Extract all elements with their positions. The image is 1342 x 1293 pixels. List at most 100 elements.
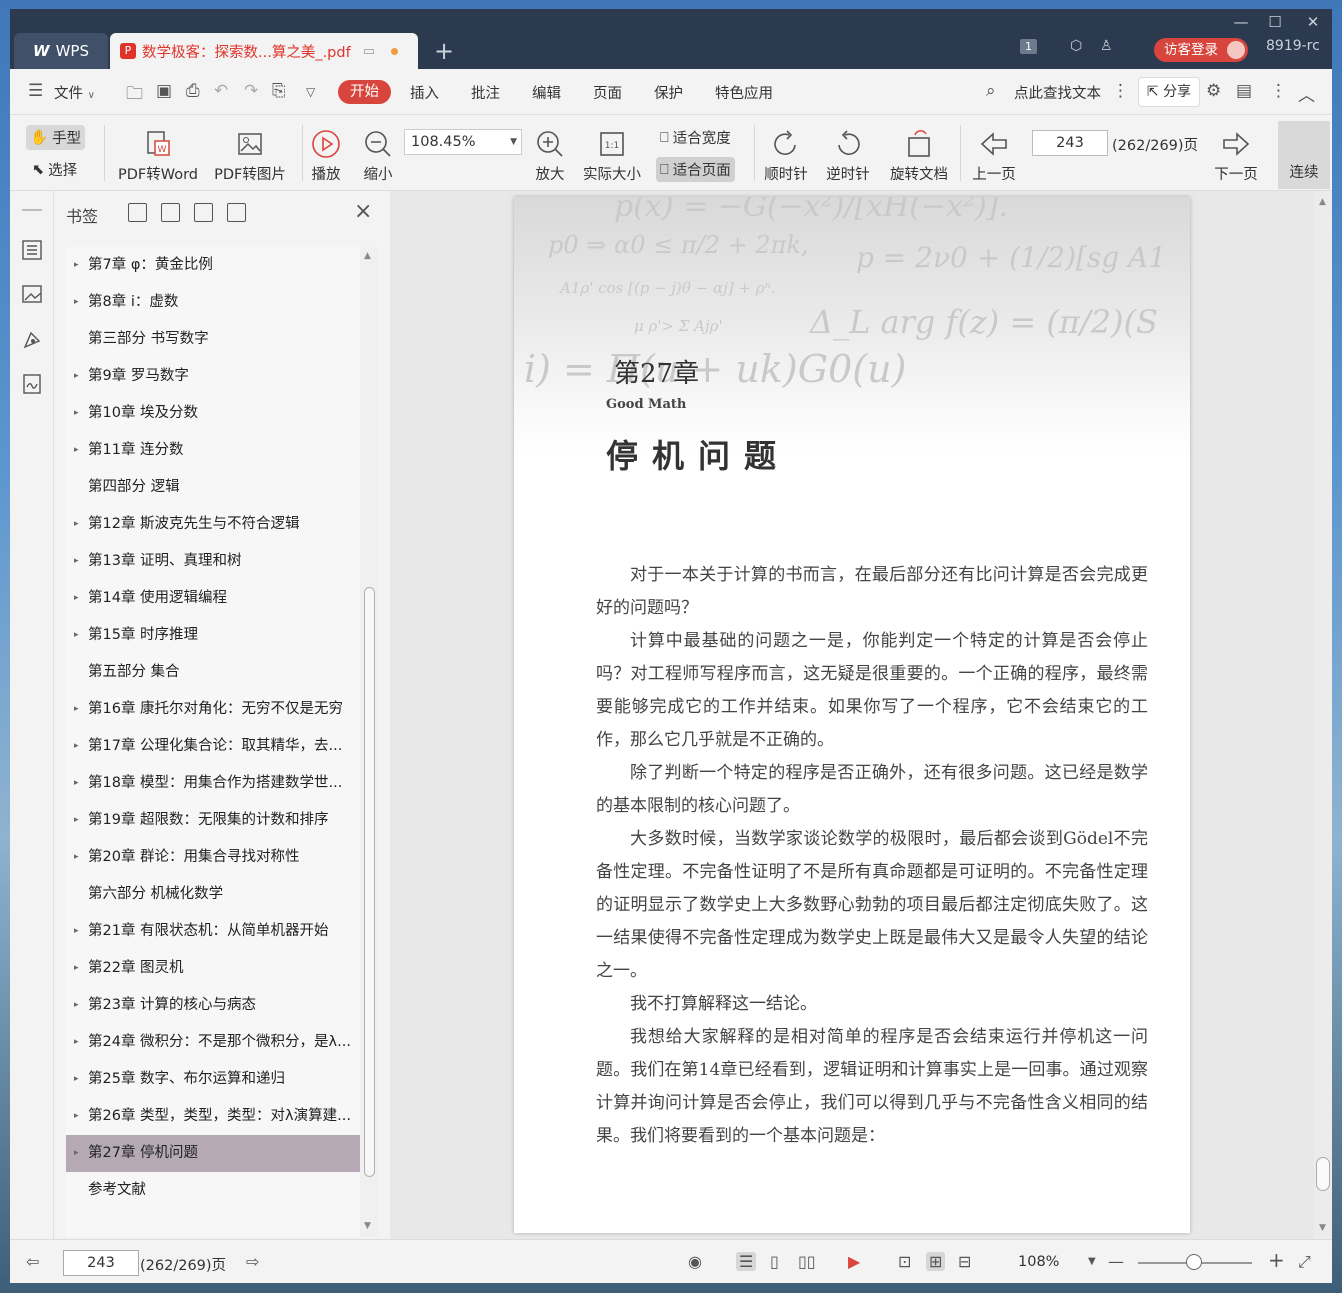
expand-caret-icon[interactable]: ▸ — [74, 728, 79, 765]
expand-caret-icon[interactable]: ▸ — [74, 987, 79, 1024]
search-icon[interactable]: ⌕ — [986, 81, 996, 101]
bookmark-item[interactable]: 参考文献 — [66, 1172, 360, 1209]
bookmark-item[interactable]: 第五部分 集合 — [66, 654, 360, 691]
more-dropdown-icon[interactable]: ▽ — [306, 85, 315, 99]
bookmark-item[interactable]: ▸ 第9章 罗马数字 — [66, 358, 360, 395]
actual-size-status-icon[interactable]: ⊡ — [898, 1252, 911, 1271]
expand-caret-icon[interactable]: ▸ — [74, 284, 79, 321]
bookmark-item[interactable]: ▸ 第7章 φ：黄金比例 — [66, 247, 360, 284]
next-page-button[interactable]: 下一页 — [1210, 129, 1262, 184]
expand-caret-icon[interactable]: ▸ — [74, 580, 79, 617]
open-folder-icon[interactable]: 🗀 — [126, 81, 143, 110]
bookmark-item[interactable]: ▸ 第15章 时序推理 — [66, 617, 360, 654]
fullscreen-icon[interactable]: ⤢ — [1298, 1252, 1311, 1272]
continuous-layout-icon[interactable]: ☰ — [736, 1252, 757, 1271]
expand-caret-icon[interactable]: ▸ — [74, 1061, 79, 1098]
expand-caret-icon[interactable]: ▸ — [74, 247, 79, 284]
scroll-down-icon[interactable]: ▼ — [364, 1221, 371, 1231]
page-number-input[interactable]: 243 — [1032, 130, 1108, 156]
status-zoom-value[interactable]: 108% — [1018, 1254, 1059, 1270]
redo-icon[interactable]: ↷ — [244, 81, 258, 101]
fit-width-status-icon[interactable]: ⊟ — [958, 1252, 971, 1271]
bookmark-item[interactable]: ▸ 第21章 有限状态机：从简单机器开始 — [66, 913, 360, 950]
maximize-icon[interactable]: ☐ — [1260, 13, 1290, 31]
expand-caret-icon[interactable]: ▸ — [74, 617, 79, 654]
zoom-plus-icon[interactable]: + — [1268, 1248, 1285, 1272]
fit-page-status-icon[interactable]: ⊞ — [926, 1252, 946, 1271]
bookmark-item[interactable]: ▸ 第26章 类型，类型，类型：对λ演算建... — [66, 1098, 360, 1135]
export-icon[interactable]: ⎘ — [272, 81, 286, 101]
bookmark-item[interactable]: ▸ 第24章 微积分：不是那个微积分，是λ... — [66, 1024, 360, 1061]
expand-caret-icon[interactable]: ▸ — [74, 839, 79, 876]
file-menu[interactable]: 文件 ∨ — [54, 82, 95, 103]
print-icon[interactable]: ⎙ — [186, 81, 200, 101]
scroll-up-icon[interactable]: ▲ — [364, 251, 371, 261]
menu-tab-special[interactable]: 特色应用 — [715, 82, 773, 103]
bookmark-item[interactable]: ▸ 第23章 计算的核心与病态 — [66, 987, 360, 1024]
bookmark-item[interactable]: 第四部分 逻辑 — [66, 469, 360, 506]
bookmark-scroll-thumb[interactable] — [364, 587, 375, 1177]
bookmark-item[interactable]: ▸ 第14章 使用逻辑编程 — [66, 580, 360, 617]
continuous-view-button[interactable]: 连续 — [1278, 121, 1330, 189]
monitor-icon[interactable]: ▭ — [363, 44, 375, 59]
eye-protection-icon[interactable]: ◉ — [688, 1252, 702, 1271]
fit-width-button[interactable]: ⎕ 适合宽度 — [660, 127, 731, 148]
bookmark-item[interactable]: ▸ 第19章 超限数：无限集的计数和排序 — [66, 802, 360, 839]
scroll-down-icon[interactable]: ▼ — [1319, 1223, 1326, 1233]
bookmark-item[interactable]: ▸ 第12章 斯波克先生与不符合逻辑 — [66, 506, 360, 543]
rotate-document-button[interactable]: 旋转文档 — [886, 129, 952, 184]
bookmark-item[interactable]: ▸ 第25章 数字、布尔运算和递归 — [66, 1061, 360, 1098]
actual-size-button[interactable]: 1:1 实际大小 — [580, 129, 644, 184]
expand-caret-icon[interactable]: ▸ — [74, 950, 79, 987]
rotate-clockwise-button[interactable]: 顺时针 — [760, 129, 812, 184]
fit-page-button[interactable]: ⎕ 适合页面 — [656, 157, 735, 182]
settings-gear-icon[interactable]: ⚙ — [1206, 81, 1221, 101]
status-prev-page-icon[interactable]: ⇦ — [26, 1252, 39, 1271]
share-button[interactable]: ⇱ 分享 — [1138, 77, 1200, 107]
hamburger-menu-icon[interactable]: ☰ — [28, 81, 43, 101]
zoom-level-select[interactable]: 108.45% ▼ — [404, 129, 522, 155]
more-options-icon[interactable]: ⋮ — [1270, 81, 1287, 101]
bookmark-item[interactable]: ▸ 第8章 i：虚数 — [66, 284, 360, 321]
expand-caret-icon[interactable]: ▸ — [74, 1135, 79, 1172]
bookmark-item[interactable]: 第三部分 书写数字 — [66, 321, 360, 358]
document-viewport[interactable]: p(x) = −G(−x²)/[xH(−x²)]. p0 ⇒ α0 ≤ π/2 … — [390, 191, 1332, 1239]
status-page-input[interactable]: 243 — [63, 1250, 139, 1276]
zoom-in-button[interactable]: 放大 — [532, 129, 568, 184]
bookmark-settings-icon[interactable] — [227, 203, 246, 222]
scroll-up-icon[interactable]: ▲ — [1319, 197, 1326, 207]
bookmark-item[interactable]: ▸ 第22章 图灵机 — [66, 950, 360, 987]
play-slideshow-icon[interactable]: ▶ — [848, 1252, 860, 1271]
zoom-dropdown-icon[interactable]: ▼ — [1088, 1256, 1096, 1267]
bookmark-item[interactable]: ▸ 第18章 模型：用集合作为搭建数学世... — [66, 765, 360, 802]
bookmark-item[interactable]: 第六部分 机械化数学 — [66, 876, 360, 913]
thumbnail-image-icon[interactable] — [21, 283, 43, 305]
add-bookmark-icon[interactable] — [194, 203, 213, 222]
expand-caret-icon[interactable]: ▸ — [74, 765, 79, 802]
bookmark-list-icon[interactable] — [21, 239, 43, 261]
save-icon[interactable]: ▣ — [156, 81, 172, 101]
pdf-to-word-button[interactable]: W PDF转Word — [114, 129, 202, 184]
document-scrollbar[interactable]: ▲ ▼ — [1314, 191, 1332, 1239]
two-page-layout-icon[interactable]: ▯▯ — [798, 1252, 816, 1271]
pdf-to-image-button[interactable]: PDF转图片 — [206, 129, 294, 184]
bookmark-scrollbar[interactable]: ▲ ▼ — [360, 247, 378, 1237]
menu-tab-page[interactable]: 页面 — [593, 82, 622, 103]
undo-icon[interactable]: ↶ — [214, 81, 228, 101]
bookmark-item[interactable]: ▸ 第16章 康托尔对角化：无穷不仅是无穷 — [66, 691, 360, 728]
search-text-button[interactable]: 点此查找文本 — [1014, 82, 1101, 103]
expand-caret-icon[interactable]: ▸ — [74, 358, 79, 395]
document-tab[interactable]: P 数学极客：探索数...算之美_.pdf ▭ — [110, 33, 418, 69]
annotation-stamp-icon[interactable] — [21, 329, 43, 351]
expand-caret-icon[interactable]: ▸ — [74, 395, 79, 432]
drag-handle[interactable] — [22, 209, 42, 211]
expand-caret-icon[interactable]: ▸ — [74, 1098, 79, 1135]
zoom-minus-icon[interactable]: — — [1108, 1252, 1124, 1271]
menu-tab-comment[interactable]: 批注 — [471, 82, 500, 103]
new-tab-plus-icon[interactable]: + — [434, 37, 454, 65]
feedback-chat-icon[interactable]: ▤ — [1236, 81, 1252, 101]
expand-caret-icon[interactable]: ▸ — [74, 506, 79, 543]
menu-tab-edit[interactable]: 编辑 — [532, 82, 561, 103]
bookmark-item[interactable]: ▸ 第11章 连分数 — [66, 432, 360, 469]
skin-icon[interactable]: ⬡ — [1070, 38, 1082, 54]
